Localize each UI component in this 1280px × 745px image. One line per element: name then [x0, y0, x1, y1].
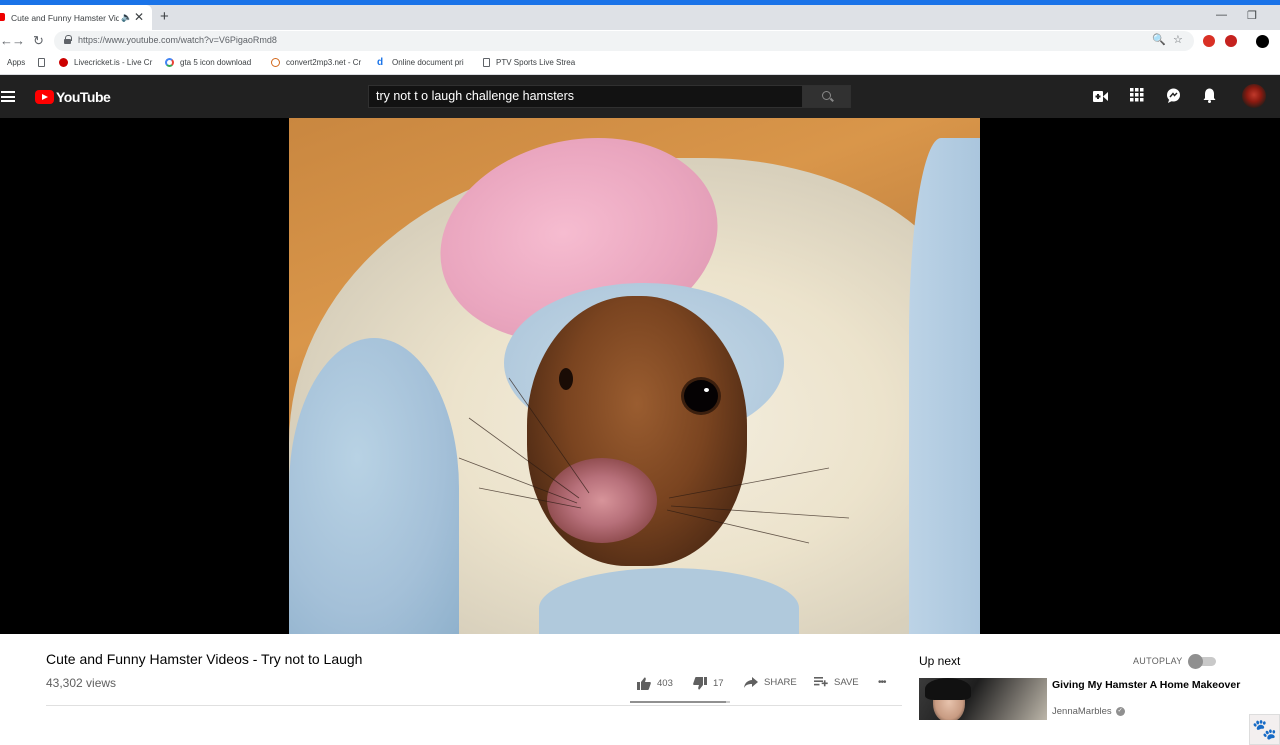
page-icon: [483, 58, 490, 67]
verified-check-icon: ✓: [1115, 707, 1125, 716]
new-tab-icon[interactable]: +: [160, 8, 169, 25]
recommendation-title[interactable]: Giving My Hamster A Home Makeover: [1052, 679, 1252, 691]
convert-icon: [271, 58, 280, 67]
autoplay-toggle-knob: [1188, 654, 1203, 669]
youtube-play-logo-icon: [35, 90, 54, 104]
recommendation-thumbnail[interactable]: [919, 678, 1047, 720]
share-button[interactable]: SHARE: [744, 677, 797, 688]
more-actions-icon: •••: [878, 677, 886, 688]
sentiment-bar: [630, 701, 730, 703]
bookmarks-bar: Apps Livecricket.is - Live Cr gta 5 icon…: [0, 53, 1280, 75]
speaker-icon[interactable]: 🔈: [121, 12, 132, 23]
video-blue-stripe: [289, 338, 459, 634]
search-input[interactable]: try not t o laugh challenge hamsters: [368, 85, 802, 108]
autoplay-toggle[interactable]: [1188, 654, 1216, 669]
lock-icon: [64, 35, 72, 44]
bookmark-ptv[interactable]: PTV Sports Live Strea: [483, 58, 575, 67]
livecricket-icon: [59, 58, 68, 67]
youtube-logo[interactable]: YouTube: [35, 89, 111, 105]
channel-name: JennaMarbles: [1052, 706, 1112, 717]
notifications-bell-icon[interactable]: [1203, 88, 1216, 103]
like-button[interactable]: 403: [637, 677, 673, 690]
url-text: https://www.youtube.com/watch?v=V6PigaoR…: [78, 35, 277, 45]
search-icon: [822, 91, 831, 100]
video-blue-stripe-right: [909, 138, 980, 634]
autoplay-label: AUTOPLAY: [1133, 656, 1183, 666]
youtube-logo-text: YouTube: [56, 89, 111, 105]
dislike-button[interactable]: 17: [693, 677, 724, 690]
view-count: 43,302 views: [46, 676, 117, 690]
video-player[interactable]: 🐾: [0, 118, 1280, 745]
thumbnail-hair: [925, 678, 971, 700]
restore-icon[interactable]: ❐: [1247, 9, 1257, 22]
share-arrow-icon: [744, 677, 758, 688]
video-title: Cute and Funny Hamster Videos - Try not …: [46, 651, 363, 667]
tab-title: Cute and Funny Hamster Vid: [11, 12, 119, 23]
page-icon: [38, 58, 45, 67]
sentiment-bar-fill: [630, 701, 726, 703]
up-next-heading: Up next: [919, 654, 961, 668]
browser-toolbar: ← → ↻ https://www.youtube.com/watch?v=V6…: [0, 30, 1280, 53]
browser-profile-icon[interactable]: [1256, 35, 1269, 48]
like-count: 403: [657, 678, 673, 689]
bookmark-apps[interactable]: Apps: [7, 58, 25, 67]
video-frame[interactable]: [289, 118, 980, 634]
apps-grid-icon[interactable]: [1130, 88, 1144, 102]
thumbs-down-icon: [693, 677, 707, 690]
messages-icon[interactable]: [1166, 88, 1181, 103]
bookmark-convert2mp3[interactable]: convert2mp3.net - Cr: [271, 58, 361, 67]
share-label: SHARE: [764, 677, 797, 688]
bookmark-gta[interactable]: gta 5 icon download: [165, 58, 251, 67]
dislike-count: 17: [713, 678, 724, 689]
video-hamster-whiskers: [458, 377, 850, 544]
bookmark-online-document[interactable]: d Online document pri: [377, 57, 464, 68]
bookmark-livecricket[interactable]: Livecricket.is - Live Cr: [59, 58, 152, 67]
reload-icon[interactable]: ↻: [33, 33, 44, 49]
divider: [46, 705, 902, 706]
forward-icon[interactable]: →: [12, 33, 25, 48]
google-icon: [165, 58, 174, 67]
more-actions-button[interactable]: •••: [878, 677, 886, 688]
account-avatar[interactable]: [1242, 84, 1266, 108]
search-button[interactable]: [802, 85, 851, 108]
save-button[interactable]: SAVE: [814, 677, 859, 688]
zoom-icon[interactable]: 🔍: [1152, 33, 1166, 46]
minimize-icon[interactable]: —: [1216, 9, 1227, 21]
extension-icon-2[interactable]: [1225, 35, 1237, 47]
document-icon: d: [377, 57, 384, 68]
menu-icon[interactable]: [1, 91, 15, 102]
create-video-icon[interactable]: [1093, 91, 1108, 102]
youtube-favicon-icon: [0, 13, 5, 21]
browser-tab[interactable]: Cute and Funny Hamster Vid 🔈 ✕: [0, 5, 152, 30]
close-tab-icon[interactable]: ✕: [134, 10, 144, 24]
paw-watermark-icon[interactable]: 🐾: [1249, 714, 1280, 745]
save-label: SAVE: [834, 677, 859, 688]
address-bar[interactable]: https://www.youtube.com/watch?v=V6PigaoR…: [54, 31, 1194, 51]
playlist-add-icon: [814, 677, 828, 687]
bookmark-page[interactable]: [38, 58, 51, 67]
recommendation-channel[interactable]: JennaMarbles ✓: [1052, 706, 1125, 717]
bookmark-star-icon[interactable]: ☆: [1173, 33, 1183, 46]
tab-bar: Cute and Funny Hamster Vid 🔈 ✕ + — ❐: [0, 5, 1280, 30]
extension-icon[interactable]: [1203, 35, 1215, 47]
youtube-header: YouTube try not t o laugh challenge hams…: [0, 75, 1280, 118]
thumbs-up-icon: [637, 677, 651, 690]
